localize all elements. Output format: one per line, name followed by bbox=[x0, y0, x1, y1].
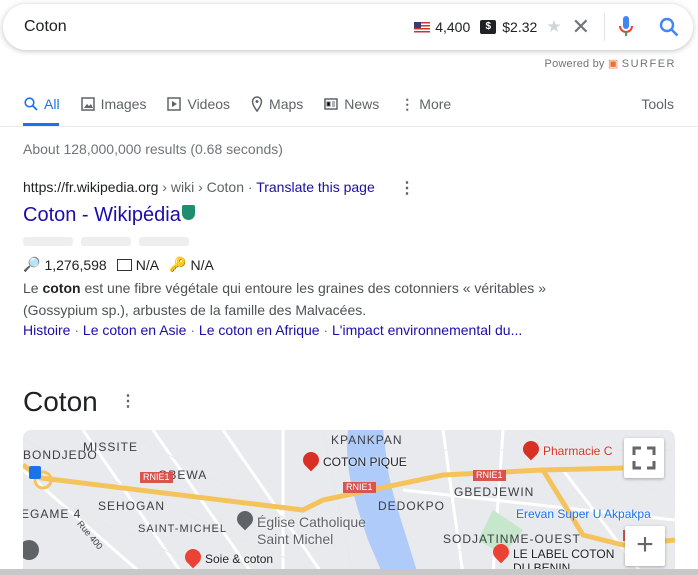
map-place-label[interactable]: Église Catholique bbox=[257, 514, 366, 530]
road-shield: RNIE1 bbox=[473, 470, 506, 481]
tab-maps[interactable]: Maps bbox=[251, 94, 303, 114]
separator: · bbox=[70, 322, 83, 338]
dollar-icon: $ bbox=[480, 20, 497, 34]
snippet-text: Le bbox=[23, 280, 43, 296]
snippet-bold: coton bbox=[42, 280, 81, 296]
snippet-text: est une fibre végétale qui entoure les g… bbox=[23, 280, 546, 318]
tab-label: More bbox=[419, 96, 452, 112]
result-url[interactable]: https://fr.wikipedia.org bbox=[23, 179, 158, 195]
news-icon bbox=[324, 98, 339, 110]
tab-label: Images bbox=[100, 96, 147, 112]
map-place-label[interactable]: Pharmacie C bbox=[543, 444, 612, 458]
school-icon[interactable] bbox=[23, 540, 39, 560]
more-vert-icon: ⋮ bbox=[400, 95, 415, 112]
clear-icon[interactable]: ✕ bbox=[572, 14, 590, 40]
map-area-label: SEHOGAN bbox=[98, 499, 166, 513]
sitelink[interactable]: Le coton en Afrique bbox=[199, 322, 320, 338]
map-area-label: BONDJEDO bbox=[23, 448, 98, 462]
powered-by-label: Powered by bbox=[544, 58, 605, 70]
surfer-label: SURFER bbox=[621, 58, 676, 70]
result-snippet: Le coton est une fibre végétale qui ento… bbox=[23, 277, 563, 321]
metric-value: N/A bbox=[190, 256, 214, 273]
map-place-label[interactable]: LE LABEL COTON bbox=[513, 547, 614, 561]
result-stats: About 128,000,000 results (0.68 seconds) bbox=[23, 141, 283, 157]
map-place-label[interactable]: Erevan Super U Akpakpa bbox=[516, 507, 651, 521]
tab-news[interactable]: News bbox=[324, 94, 379, 114]
map-area-label: SODJATINME-OUEST bbox=[443, 532, 581, 546]
image-icon bbox=[80, 97, 95, 111]
map[interactable]: MISSITE BONDJEDO GBEWA SEHOGAN EGAME 4 SAINT-… bbox=[23, 430, 675, 575]
scrollbar[interactable] bbox=[0, 569, 698, 575]
tab-more[interactable]: ⋮ More bbox=[400, 94, 451, 114]
tab-label: All bbox=[44, 96, 60, 112]
map-area-label: DEDOKPO bbox=[378, 499, 446, 513]
zoom-in-button[interactable]: + bbox=[625, 526, 665, 566]
search-volume: 4,400 bbox=[435, 19, 471, 35]
search-icon bbox=[24, 97, 38, 111]
more-options-icon[interactable]: ⋮ bbox=[120, 391, 136, 411]
search-input[interactable]: Coton bbox=[24, 18, 67, 36]
result-citation: https://fr.wikipedia.org › wiki › Coton … bbox=[23, 179, 375, 195]
map-pin-icon bbox=[251, 96, 263, 112]
magnifier-icon: 🔎 bbox=[23, 256, 41, 272]
sitelink[interactable]: Histoire bbox=[23, 322, 70, 338]
separator: · bbox=[186, 322, 199, 338]
knowledge-panel-title: Coton bbox=[23, 386, 98, 417]
divider bbox=[604, 13, 605, 41]
star-icon[interactable]: ★ bbox=[546, 17, 561, 37]
tab-label: Videos bbox=[187, 96, 231, 112]
separator: · bbox=[243, 179, 257, 195]
search-icon[interactable] bbox=[659, 17, 679, 37]
result-title-link[interactable]: Coton - Wikipédia bbox=[23, 204, 195, 227]
separator: · bbox=[319, 322, 333, 338]
placeholder-pill bbox=[81, 237, 131, 246]
cpc-value: $2.32 bbox=[502, 19, 538, 35]
map-area-label: EGAME 4 bbox=[23, 507, 82, 521]
map-area-label: KPANKPAN bbox=[331, 433, 403, 447]
verified-shield-icon bbox=[181, 205, 195, 220]
road-shield: RNIE1 bbox=[343, 482, 376, 493]
tab-all[interactable]: All bbox=[24, 94, 60, 114]
map-area-label: SAINT-MICHEL bbox=[138, 523, 228, 535]
sitelinks: Histoire · Le coton en Asie · Le coton e… bbox=[23, 322, 522, 338]
tools-button[interactable]: Tools bbox=[641, 96, 674, 112]
metric-value: N/A bbox=[135, 256, 160, 273]
us-flag-icon bbox=[414, 21, 431, 33]
map-place-label[interactable]: COTON PIQUE bbox=[323, 455, 407, 469]
road-shield: RNIE1 bbox=[140, 472, 173, 483]
mic-icon[interactable] bbox=[619, 16, 633, 38]
play-icon bbox=[167, 97, 182, 111]
tab-images[interactable]: Images bbox=[80, 94, 147, 114]
more-options-icon[interactable]: ⋮ bbox=[399, 178, 415, 198]
placeholder-pill bbox=[23, 237, 73, 246]
translate-link[interactable]: Translate this page bbox=[256, 179, 375, 195]
map-place-label[interactable]: Soie & coton bbox=[205, 552, 273, 566]
search-bar[interactable]: Coton 4,400 $ $2.32 ★ ✕ bbox=[3, 4, 693, 50]
search-tabs: All Images Videos Maps News ⋮ More bbox=[24, 94, 472, 114]
map-place-label[interactable]: Saint Michel bbox=[257, 531, 333, 547]
result-path: › wiki › Coton bbox=[158, 179, 244, 195]
map-area-label: GBEDJEWIN bbox=[454, 485, 535, 499]
book-icon bbox=[116, 258, 132, 271]
sitelink[interactable]: L'impact environnemental du... bbox=[332, 322, 522, 338]
placeholder-pill bbox=[139, 237, 189, 246]
tab-label: News bbox=[344, 96, 380, 112]
fullscreen-icon bbox=[632, 446, 656, 470]
key-icon: 🔑 bbox=[169, 256, 187, 272]
tab-videos[interactable]: Videos bbox=[167, 94, 230, 114]
search-count: 1,276,598 bbox=[44, 256, 107, 273]
surfer-logo-icon: ▣ bbox=[607, 58, 619, 70]
fullscreen-button[interactable] bbox=[624, 438, 664, 478]
seo-metrics: 🔎 1,276,598 N/A 🔑 N/A bbox=[23, 256, 214, 273]
bus-stop-icon[interactable] bbox=[29, 466, 41, 479]
tab-label: Maps bbox=[269, 96, 304, 112]
result-title[interactable]: Coton - Wikipédia bbox=[23, 204, 181, 226]
divider bbox=[0, 126, 698, 127]
sitelink[interactable]: Le coton en Asie bbox=[83, 322, 187, 338]
powered-by-surfer[interactable]: Powered by ▣ SURFER bbox=[545, 57, 676, 70]
